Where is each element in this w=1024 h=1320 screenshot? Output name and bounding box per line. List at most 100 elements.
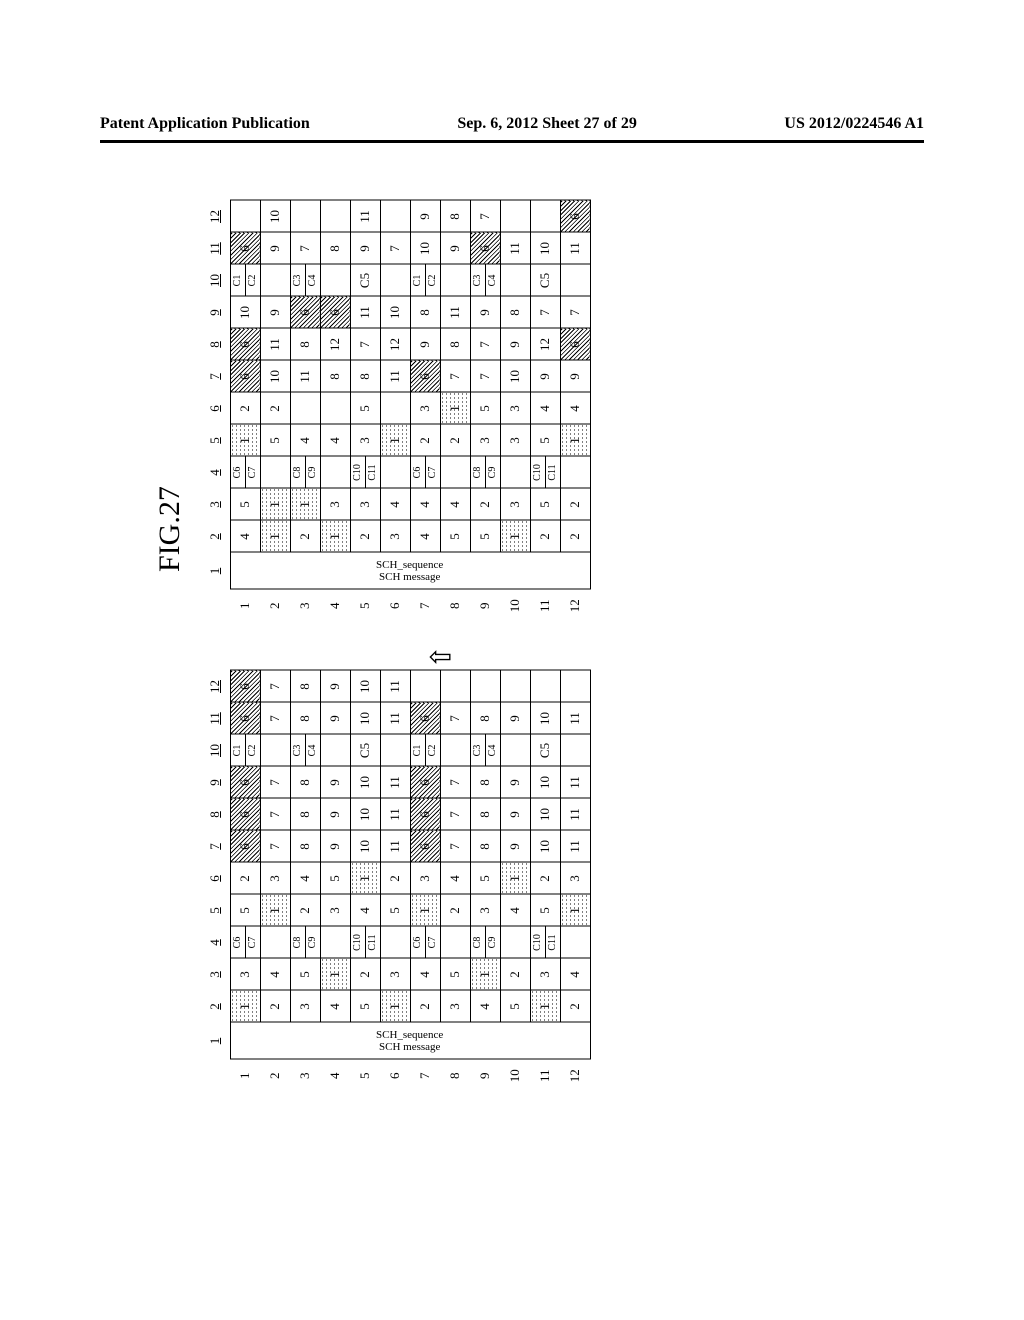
- cell: 9: [320, 831, 350, 863]
- cell: 9: [500, 329, 530, 361]
- cell: 8: [470, 767, 500, 799]
- row-header: 6: [380, 1060, 410, 1092]
- cell: [260, 265, 290, 297]
- arrow-icon: ⇧: [425, 645, 459, 668]
- cell: 5: [320, 863, 350, 895]
- cell: [320, 393, 350, 425]
- cell: 10: [260, 201, 290, 233]
- cell: 2: [290, 895, 320, 927]
- cell: 7: [260, 831, 290, 863]
- col-header: 7: [200, 361, 230, 393]
- row-header: 7: [410, 590, 440, 622]
- cell: [380, 393, 410, 425]
- cell: [260, 457, 290, 489]
- cell: 11: [380, 703, 410, 735]
- cell: 1: [230, 991, 260, 1023]
- cell: 7: [440, 703, 470, 735]
- cell: 3: [500, 425, 530, 457]
- cell: 6: [230, 767, 260, 799]
- cell: 10: [350, 831, 380, 863]
- split-cell: C1C2: [410, 265, 440, 297]
- col-header: 5: [200, 425, 230, 457]
- col-header: 3: [200, 489, 230, 521]
- col-header: 8: [200, 329, 230, 361]
- cell: 11: [560, 799, 590, 831]
- cell: 7: [470, 201, 500, 233]
- cell: [500, 265, 530, 297]
- cell: 7: [380, 233, 410, 265]
- cell: 10: [260, 361, 290, 393]
- col-header: 10: [200, 265, 230, 297]
- cell: 2: [470, 489, 500, 521]
- cell: 11: [560, 831, 590, 863]
- col-header: 11: [200, 233, 230, 265]
- row-header: 12: [560, 1060, 590, 1092]
- row-header: 10: [500, 590, 530, 622]
- cell: [440, 265, 470, 297]
- cell: 1: [530, 991, 560, 1023]
- sch-cell: SCH_sequenceSCH message: [230, 553, 590, 590]
- cell: 8: [320, 233, 350, 265]
- cell: 2: [440, 425, 470, 457]
- col-header: 5: [200, 895, 230, 927]
- split-cell: C1C2: [230, 735, 260, 767]
- cell: 7: [440, 767, 470, 799]
- cell: [230, 201, 260, 233]
- split-cell: C6C7: [230, 927, 260, 959]
- cell: 7: [470, 329, 500, 361]
- cell: 3: [350, 489, 380, 521]
- cell: [290, 393, 320, 425]
- cell: [500, 927, 530, 959]
- cell: 4: [410, 521, 440, 553]
- cell: 3: [500, 393, 530, 425]
- col-header: 6: [200, 393, 230, 425]
- cell: 10: [350, 671, 380, 703]
- cell: 4: [410, 959, 440, 991]
- cell: [440, 457, 470, 489]
- cell: 8: [290, 671, 320, 703]
- cell: 5: [530, 489, 560, 521]
- cell: 1: [470, 959, 500, 991]
- cell: 6: [410, 703, 440, 735]
- cell: 10: [530, 799, 560, 831]
- cell: 9: [440, 233, 470, 265]
- cell: 10: [350, 703, 380, 735]
- cell: 1: [260, 521, 290, 553]
- cell: 5: [500, 991, 530, 1023]
- cell: 3: [410, 863, 440, 895]
- cell: 11: [560, 233, 590, 265]
- cell: 9: [260, 297, 290, 329]
- cell: 5: [350, 393, 380, 425]
- cell: C5: [530, 735, 560, 767]
- cell: 9: [500, 703, 530, 735]
- cell: 9: [500, 767, 530, 799]
- cell: 4: [320, 991, 350, 1023]
- cell: [380, 735, 410, 767]
- col-header: 9: [200, 297, 230, 329]
- cell: 6: [230, 233, 260, 265]
- cell: C5: [350, 735, 380, 767]
- row-header: 3: [290, 590, 320, 622]
- cell: 9: [320, 767, 350, 799]
- cell: 11: [440, 297, 470, 329]
- cell: 4: [560, 393, 590, 425]
- cell: 6: [320, 297, 350, 329]
- row-header: 3: [290, 1060, 320, 1092]
- cell: 6: [290, 297, 320, 329]
- cell: 5: [440, 959, 470, 991]
- row-header: 1: [230, 1060, 260, 1092]
- cell: [500, 671, 530, 703]
- cell: 3: [500, 489, 530, 521]
- cell: 3: [260, 863, 290, 895]
- figure-label: FIG.27: [153, 486, 187, 572]
- cell: 3: [230, 959, 260, 991]
- cell: 11: [380, 831, 410, 863]
- cell: 5: [470, 521, 500, 553]
- cell: 3: [320, 895, 350, 927]
- split-cell: C3C4: [470, 735, 500, 767]
- cell: 11: [350, 297, 380, 329]
- cell: 4: [290, 425, 320, 457]
- cell: 6: [230, 831, 260, 863]
- cell: 1: [260, 895, 290, 927]
- cell: 5: [230, 489, 260, 521]
